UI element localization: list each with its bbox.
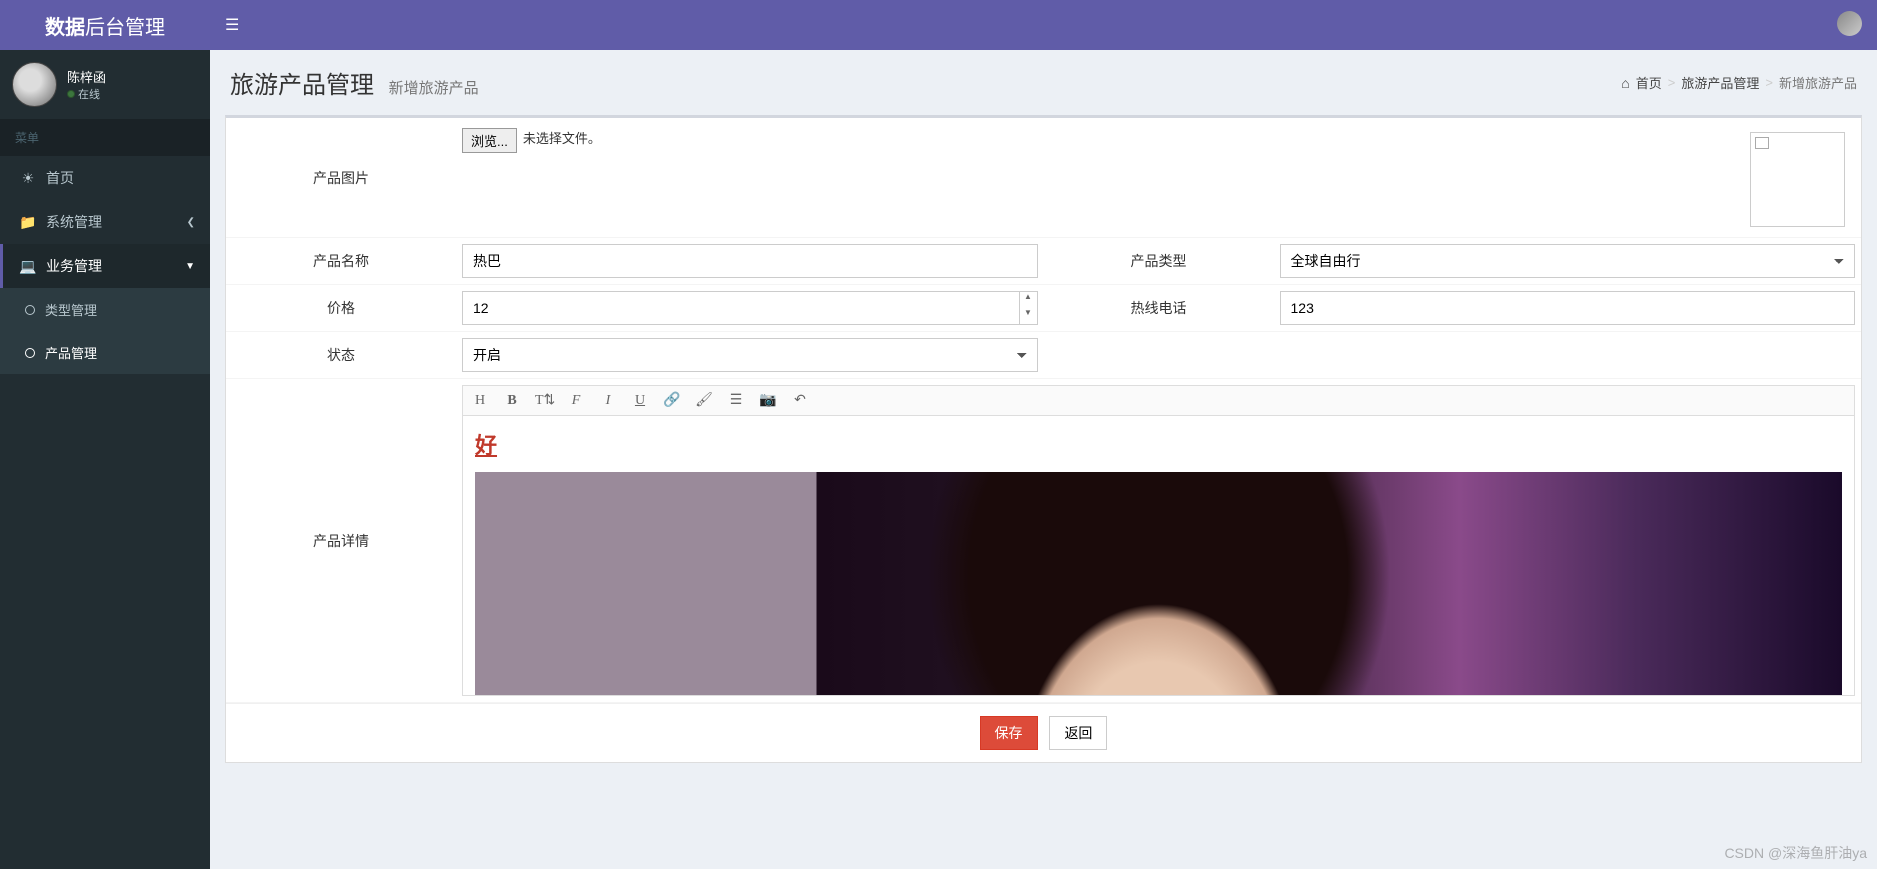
topbar: 数据后台管理 ☰ bbox=[0, 0, 1877, 50]
status-text: 在线 bbox=[78, 89, 100, 101]
save-button[interactable]: 保存 bbox=[980, 716, 1038, 750]
watermark: CSDN @深海鱼肝油ya bbox=[1724, 843, 1867, 863]
sidebar-item-label: 首页 bbox=[46, 168, 74, 188]
back-button[interactable]: 返回 bbox=[1049, 716, 1107, 750]
heading-icon[interactable]: H bbox=[471, 393, 489, 409]
undo-icon[interactable]: ↶ bbox=[791, 392, 809, 409]
dashboard-icon: ☀ bbox=[18, 170, 38, 187]
label-product-name: 产品名称 bbox=[226, 238, 456, 284]
align-icon[interactable]: ☰ bbox=[727, 392, 745, 409]
spinner-up-icon[interactable]: ▲ bbox=[1020, 292, 1037, 308]
sidebar-subitem-product[interactable]: 产品管理 bbox=[0, 331, 210, 374]
page-subtitle: 新增旅游产品 bbox=[389, 80, 479, 97]
field-product-image: 浏览... 未选择文件。 bbox=[456, 118, 1861, 237]
label-price: 价格 bbox=[226, 285, 456, 331]
sidebar: 陈梓函 在线 菜单 ☀ 首页 📁 系统管理 ❮ 💻 业务管理 ▼ 类型管理 产品… bbox=[0, 50, 210, 869]
fontsize-icon[interactable]: T⇅ bbox=[535, 392, 553, 409]
brand-bold: 数据 bbox=[45, 11, 85, 40]
row-product-image: 产品图片 浏览... 未选择文件。 bbox=[226, 118, 1861, 238]
link-icon[interactable]: 🔗 bbox=[663, 392, 681, 409]
circle-icon bbox=[25, 305, 35, 315]
breadcrumb-sep: > bbox=[1765, 75, 1773, 90]
chevron-down-icon: ▼ bbox=[185, 261, 195, 272]
menu-header: 菜单 bbox=[0, 119, 210, 156]
page-title-text: 旅游产品管理 bbox=[230, 72, 374, 99]
page-title: 旅游产品管理 新增旅游产品 bbox=[230, 65, 479, 100]
number-spinner[interactable]: ▲ ▼ bbox=[1019, 292, 1037, 324]
image-preview bbox=[1750, 132, 1845, 227]
user-name: 陈梓函 bbox=[67, 67, 106, 86]
circle-icon bbox=[25, 348, 35, 358]
breadcrumb-home[interactable]: 首页 bbox=[1636, 73, 1662, 92]
sidebar-item-business[interactable]: 💻 业务管理 ▼ bbox=[0, 244, 210, 288]
menu-toggle-icon[interactable]: ☰ bbox=[210, 15, 254, 35]
label-hotline: 热线电话 bbox=[1044, 285, 1274, 331]
user-status: 在线 bbox=[67, 86, 106, 102]
laptop-icon: 💻 bbox=[18, 258, 38, 275]
folder-icon: 📁 bbox=[18, 214, 38, 231]
spinner-down-icon[interactable]: ▼ bbox=[1020, 308, 1037, 324]
brush-icon[interactable]: 🖌 bbox=[695, 392, 713, 409]
browse-button[interactable]: 浏览... bbox=[462, 128, 517, 153]
editor-wrap: H B T⇅ F I U 🔗 🖌 ☰ 📷 ↶ 好 bbox=[456, 379, 1861, 702]
user-panel: 陈梓函 在线 bbox=[0, 50, 210, 119]
brand-logo[interactable]: 数据后台管理 bbox=[0, 0, 210, 50]
submenu-business: 类型管理 产品管理 bbox=[0, 288, 210, 374]
row-price-hotline: 价格 ▲ ▼ 热线电话 bbox=[226, 285, 1861, 332]
user-avatar[interactable] bbox=[12, 62, 57, 107]
bold-icon[interactable]: B bbox=[503, 393, 521, 409]
image-placeholder-icon bbox=[1755, 137, 1769, 149]
row-status: 状态 开启 bbox=[226, 332, 1861, 379]
breadcrumb-last: 新增旅游产品 bbox=[1779, 73, 1857, 92]
sidebar-item-home[interactable]: ☀ 首页 bbox=[0, 156, 210, 200]
user-avatar-icon[interactable] bbox=[1837, 11, 1862, 36]
product-type-select[interactable]: 全球自由行 bbox=[1280, 244, 1856, 278]
sidebar-item-label: 业务管理 bbox=[46, 256, 102, 276]
topbar-right bbox=[1837, 11, 1877, 39]
sidebar-item-label: 产品管理 bbox=[45, 343, 97, 362]
form-footer: 保存 返回 bbox=[226, 703, 1861, 762]
content: 旅游产品管理 新增旅游产品 ⌂ 首页 > 旅游产品管理 > 新增旅游产品 产品图… bbox=[210, 50, 1877, 763]
user-info: 陈梓函 在线 bbox=[67, 67, 106, 102]
label-product-image: 产品图片 bbox=[226, 118, 456, 237]
font-icon[interactable]: F bbox=[567, 393, 585, 409]
sidebar-item-label: 类型管理 bbox=[45, 300, 97, 319]
row-name-type: 产品名称 产品类型 全球自由行 bbox=[226, 238, 1861, 285]
status-dot-icon bbox=[67, 90, 75, 98]
chevron-left-icon: ❮ bbox=[187, 217, 195, 228]
hotline-input[interactable] bbox=[1280, 291, 1856, 325]
label-status: 状态 bbox=[226, 332, 456, 378]
breadcrumb-mid[interactable]: 旅游产品管理 bbox=[1681, 73, 1759, 92]
brand-rest: 后台管理 bbox=[85, 11, 165, 40]
editor-body[interactable]: 好 bbox=[462, 416, 1855, 696]
file-status-text: 未选择文件。 bbox=[523, 128, 601, 147]
label-product-type: 产品类型 bbox=[1044, 238, 1274, 284]
label-detail: 产品详情 bbox=[226, 379, 456, 702]
form-box: 产品图片 浏览... 未选择文件。 产品名称 产品类型 bbox=[225, 115, 1862, 763]
product-name-input[interactable] bbox=[462, 244, 1038, 278]
dashboard-icon: ⌂ bbox=[1621, 75, 1629, 91]
row-detail: 产品详情 H B T⇅ F I U 🔗 🖌 ☰ 📷 ↶ 好 bbox=[226, 379, 1861, 703]
underline-icon[interactable]: U bbox=[631, 393, 649, 409]
status-select[interactable]: 开启 bbox=[462, 338, 1038, 372]
page-header: 旅游产品管理 新增旅游产品 ⌂ 首页 > 旅游产品管理 > 新增旅游产品 bbox=[210, 50, 1877, 115]
breadcrumb-sep: > bbox=[1668, 75, 1676, 90]
editor-embedded-image bbox=[475, 472, 1842, 696]
sidebar-item-system[interactable]: 📁 系统管理 ❮ bbox=[0, 200, 210, 244]
sidebar-item-label: 系统管理 bbox=[46, 212, 102, 232]
editor-text: 好 bbox=[475, 428, 1842, 460]
sidebar-subitem-type[interactable]: 类型管理 bbox=[0, 288, 210, 331]
italic-icon[interactable]: I bbox=[599, 393, 617, 409]
price-input[interactable] bbox=[462, 291, 1038, 325]
breadcrumb: ⌂ 首页 > 旅游产品管理 > 新增旅游产品 bbox=[1621, 73, 1857, 92]
editor-toolbar: H B T⇅ F I U 🔗 🖌 ☰ 📷 ↶ bbox=[462, 385, 1855, 416]
image-icon[interactable]: 📷 bbox=[759, 392, 777, 409]
